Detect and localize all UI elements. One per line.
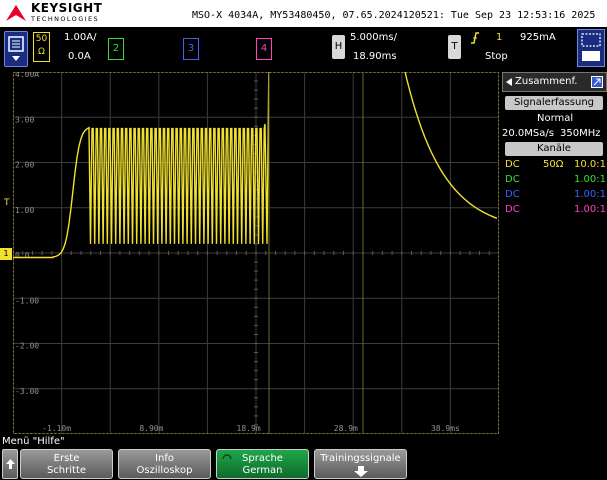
run-status: Stop <box>485 51 508 62</box>
trigger-button[interactable]: T <box>448 35 461 59</box>
channel-1-scale[interactable]: 1.00A/ <box>64 32 96 43</box>
keysight-logo-icon <box>6 5 26 21</box>
x-tick-label: -1.10m <box>42 424 71 433</box>
horizontal-button[interactable]: H <box>332 35 345 59</box>
channel-1-button[interactable]: 50 Ω <box>33 32 50 62</box>
ch2-probe: 1.00:1 <box>574 174 606 185</box>
x-tick-label: 38.9ms <box>431 424 460 433</box>
y-tick-label: -1.00 <box>15 296 39 305</box>
channel-2-button[interactable]: 2 <box>108 38 124 60</box>
menu-title: Menü "Hilfe" <box>2 436 65 447</box>
x-tick-label: 8.90m <box>139 424 163 433</box>
display-mode-button[interactable] <box>577 29 605 67</box>
ch4-coupling: DC <box>505 204 520 215</box>
summary-title: Zusammenf. <box>515 76 578 87</box>
y-tick-label: 0.0 <box>15 251 30 260</box>
collapse-icon <box>506 78 512 86</box>
window-split-icon <box>582 51 600 61</box>
ch1-coupling: DC <box>505 159 520 170</box>
softkey-3-line2: German <box>242 465 283 476</box>
ch1-impedance: 50Ω <box>543 159 564 170</box>
horizontal-key-label: H <box>334 41 343 52</box>
channel-3-button[interactable]: 3 <box>183 38 199 60</box>
x-tick-label: 18.9m <box>237 424 261 433</box>
close-panel-icon[interactable] <box>591 76 603 88</box>
trigger-level[interactable]: 925mA <box>520 32 556 43</box>
bandwidth: 350MHz <box>560 128 601 139</box>
menu-back-button[interactable] <box>2 449 18 479</box>
acquisition-mode: Normal <box>537 113 574 124</box>
y-tick-label: 1.00 <box>15 206 34 215</box>
brand-name: KEYSIGHT <box>31 1 103 15</box>
acquisition-header: Signalerfassung <box>505 96 603 110</box>
channel-3-label: 3 <box>187 43 195 54</box>
softkey-training-signals[interactable]: Trainingssignale <box>314 449 407 479</box>
softkey-language[interactable]: Sprache German <box>216 449 309 479</box>
menu-dropdown-icon <box>12 56 20 61</box>
channel-2-label: 2 <box>112 43 120 54</box>
y-tick-label: 4.00A <box>15 72 39 79</box>
brand-subtitle: TECHNOLOGIES <box>31 15 99 23</box>
ch3-probe: 1.00:1 <box>574 189 606 200</box>
window-select-icon <box>581 33 601 47</box>
ground-marker[interactable]: 1 <box>0 248 12 260</box>
rotate-knob-icon <box>222 454 232 460</box>
timebase-value[interactable]: 5.000ms/ <box>350 32 397 43</box>
softkey-1-line2: Schritte <box>46 465 87 476</box>
x-tick-label: 28.9m <box>334 424 358 433</box>
title-bar: KEYSIGHT TECHNOLOGIES MSO-X 4034A, MY534… <box>0 0 607 27</box>
summary-tab[interactable]: Zusammenf. <box>502 72 607 92</box>
instrument-info: MSO-X 4034A, MY53480450, 07.65.202412052… <box>192 10 596 21</box>
channels-header: Kanäle <box>505 142 603 156</box>
softkey-2-line2: Oszilloskop <box>136 465 193 476</box>
ch3-coupling: DC <box>505 189 520 200</box>
trigger-edge-icon <box>471 32 479 44</box>
y-tick-label: -2.00 <box>15 342 39 351</box>
trigger-key-label: T <box>451 41 458 52</box>
arrow-down-icon <box>353 466 368 477</box>
channel-4-button[interactable]: 4 <box>256 38 272 60</box>
arrow-up-icon <box>6 459 15 469</box>
softkey-2-line1: Info <box>155 453 174 464</box>
trigger-source: 1 <box>496 32 503 43</box>
main-menu-button[interactable] <box>4 31 28 67</box>
y-tick-label: 2.00 <box>15 161 34 170</box>
ch4-probe: 1.00:1 <box>574 204 606 215</box>
softkey-about-oscilloscope[interactable]: Info Oszilloskop <box>118 449 211 479</box>
ch1-probe: 10.0:1 <box>574 159 606 170</box>
softkey-4-line1: Trainingssignale <box>320 453 401 464</box>
sample-rate: 20.0MSa/s <box>502 128 554 139</box>
y-tick-label: -3.00 <box>15 387 39 396</box>
softkey-1-line1: Erste <box>53 453 80 464</box>
control-bar: 50 Ω 1.00A/ 0.0A 2 3 4 H 5.000ms/ 18.90m… <box>0 27 607 70</box>
menu-list-icon <box>8 36 24 52</box>
channel-4-label: 4 <box>260 43 268 54</box>
summary-panel: Zusammenf. Signalerfassung Normal 20.0MS… <box>501 70 607 434</box>
softkey-getting-started[interactable]: Erste Schritte <box>20 449 113 479</box>
trigger-level-marker[interactable]: T <box>4 198 10 208</box>
ch2-coupling: DC <box>505 174 520 185</box>
waveform-display[interactable]: 4.00A 3.00 2.00 1.00 0.0 -1.00 -2.00 -3.00 -1.1… <box>13 72 499 434</box>
channel-1-impedance: 50 Ω <box>35 34 48 57</box>
channel-1-offset[interactable]: 0.0A <box>68 51 91 62</box>
y-tick-label: 3.00 <box>15 115 34 124</box>
delay-value[interactable]: 18.90ms <box>353 51 397 62</box>
